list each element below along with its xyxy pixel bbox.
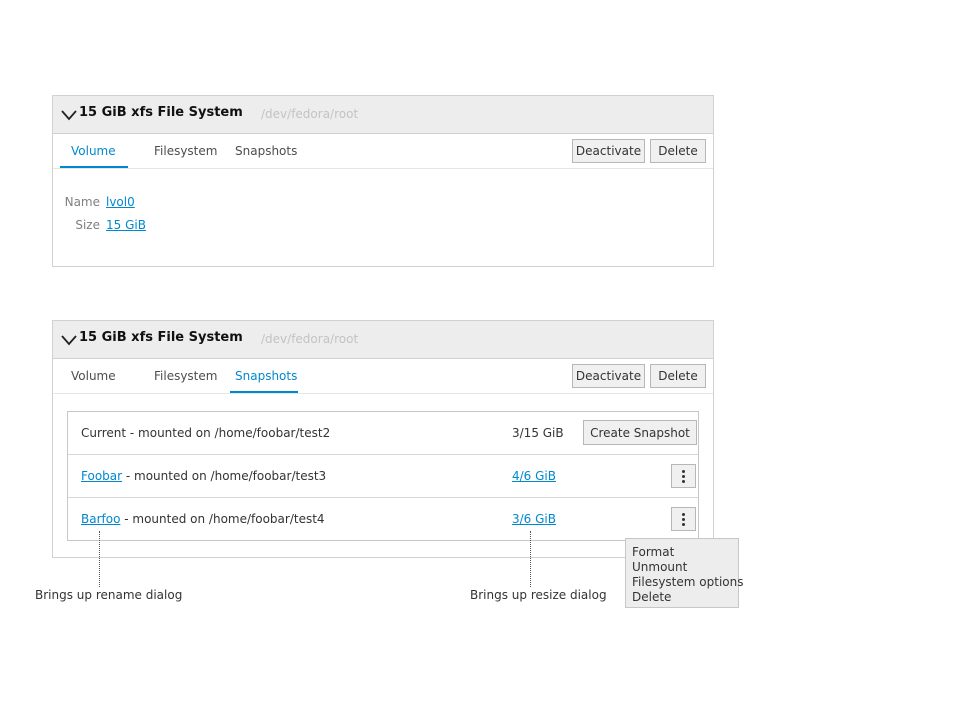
snapshot-context-menu: Format Unmount Filesystem options Delete [625, 538, 743, 608]
tab-filesystem[interactable]: Filesystem [154, 144, 217, 166]
snapshot-mount: - mounted on /home/foobar/test3 [122, 469, 327, 483]
tab-volume[interactable]: Volume [71, 144, 116, 166]
snapshot-row-barfoo: Barfoo - mounted on /home/foobar/test4 3… [68, 497, 698, 540]
tab-snapshots[interactable]: Snapshots [235, 369, 297, 391]
snapshot-size-link[interactable]: 3/6 GiB [512, 512, 556, 526]
snapshot-label: Barfoo - mounted on /home/foobar/test4 [81, 512, 325, 526]
snapshot-name-link[interactable]: Barfoo [81, 512, 120, 526]
device-path: /dev/fedora/root [261, 107, 359, 121]
tab-snapshots[interactable]: Snapshots [235, 144, 297, 166]
create-snapshot-button[interactable]: Create Snapshot [583, 420, 697, 445]
deactivate-button[interactable]: Deactivate [572, 364, 645, 388]
menu-item-delete[interactable]: Delete [632, 590, 738, 605]
active-tab-indicator [230, 391, 298, 393]
name-value-link[interactable]: lvol0 [106, 195, 135, 209]
deactivate-button[interactable]: Deactivate [572, 139, 645, 163]
panel-title: 15 GiB xfs File System [79, 105, 243, 120]
annotation-leader-resize [530, 531, 531, 587]
active-tab-indicator [60, 166, 128, 168]
kebab-menu-icon[interactable] [671, 464, 696, 488]
snapshot-name: Current [81, 426, 127, 440]
snapshot-label: Foobar - mounted on /home/foobar/test3 [81, 469, 326, 483]
filesystem-panel-volume: 15 GiB xfs File System /dev/fedora/root … [52, 95, 714, 267]
size-value-link[interactable]: 15 GiB [106, 218, 146, 232]
menu-item-unmount[interactable]: Unmount [632, 560, 738, 575]
delete-button[interactable]: Delete [650, 364, 706, 388]
device-path: /dev/fedora/root [261, 332, 359, 346]
panel-title: 15 GiB xfs File System [79, 330, 243, 345]
tab-bar: Volume Filesystem Snapshots Deactivate D… [53, 134, 713, 169]
snapshot-mount: - mounted on /home/foobar/test2 [126, 426, 331, 440]
snapshot-row-foobar: Foobar - mounted on /home/foobar/test3 4… [68, 454, 698, 497]
filesystem-panel-snapshots: 15 GiB xfs File System /dev/fedora/root … [52, 320, 714, 558]
snapshot-size-link[interactable]: 4/6 GiB [512, 469, 556, 483]
panel-header[interactable]: 15 GiB xfs File System /dev/fedora/root [53, 321, 713, 359]
chevron-down-icon[interactable] [61, 333, 77, 347]
name-label: Name [64, 195, 100, 209]
snapshot-row-current: Current - mounted on /home/foobar/test2 … [68, 412, 698, 455]
snapshot-name-link[interactable]: Foobar [81, 469, 122, 483]
menu-item-format[interactable]: Format [632, 545, 738, 560]
size-label: Size [75, 218, 100, 232]
snapshot-size: 3/15 GiB [512, 426, 564, 440]
snapshot-label: Current - mounted on /home/foobar/test2 [81, 426, 330, 440]
kebab-menu-icon[interactable] [671, 507, 696, 531]
delete-button[interactable]: Delete [650, 139, 706, 163]
tab-bar: Volume Filesystem Snapshots Deactivate D… [53, 359, 713, 394]
tab-filesystem[interactable]: Filesystem [154, 369, 217, 391]
panel-header[interactable]: 15 GiB xfs File System /dev/fedora/root [53, 96, 713, 134]
tab-volume[interactable]: Volume [71, 369, 116, 391]
annotation-resize: Brings up resize dialog [470, 588, 607, 602]
menu-item-filesystem-options[interactable]: Filesystem options [632, 575, 743, 590]
snapshot-mount: - mounted on /home/foobar/test4 [120, 512, 325, 526]
annotation-rename: Brings up rename dialog [35, 588, 183, 602]
snapshot-list: Current - mounted on /home/foobar/test2 … [67, 411, 699, 541]
chevron-down-icon[interactable] [61, 108, 77, 122]
annotation-leader-rename [99, 531, 100, 587]
